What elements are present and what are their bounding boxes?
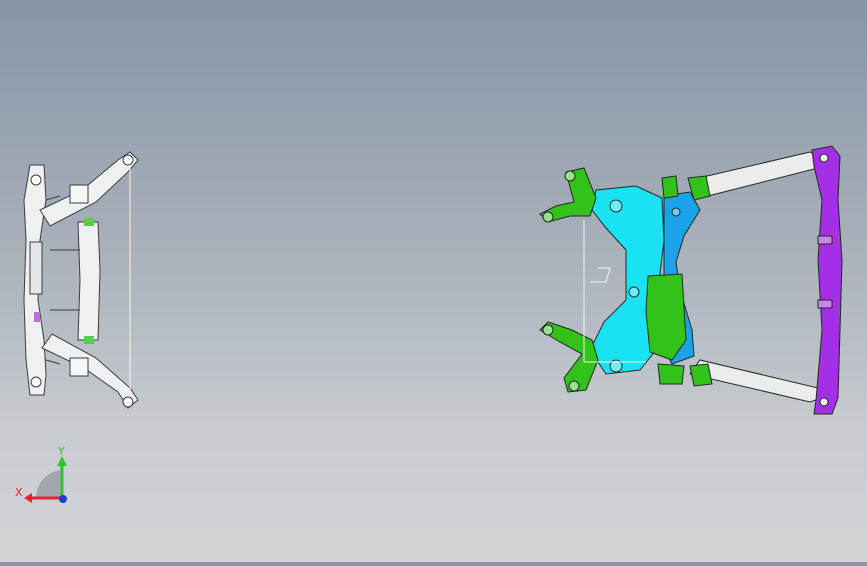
upper-crossbar[interactable] — [689, 151, 823, 199]
purple-beam[interactable] — [811, 145, 843, 415]
z-axis-dot-icon — [59, 495, 67, 503]
triad-quadrant — [35, 470, 62, 498]
model-canvas[interactable]: Y X — [0, 0, 867, 562]
graphics-viewport[interactable]: Y X — [0, 0, 867, 562]
subframe-colored-view[interactable] — [539, 145, 843, 415]
x-axis-label: X — [15, 486, 23, 499]
view-orientation-triad: Y X — [15, 445, 67, 503]
green-center[interactable] — [645, 273, 687, 361]
y-axis-label: Y — [57, 445, 65, 458]
x-axis-arrow-icon — [24, 493, 32, 503]
subframe-wireframe-view[interactable] — [23, 151, 139, 409]
